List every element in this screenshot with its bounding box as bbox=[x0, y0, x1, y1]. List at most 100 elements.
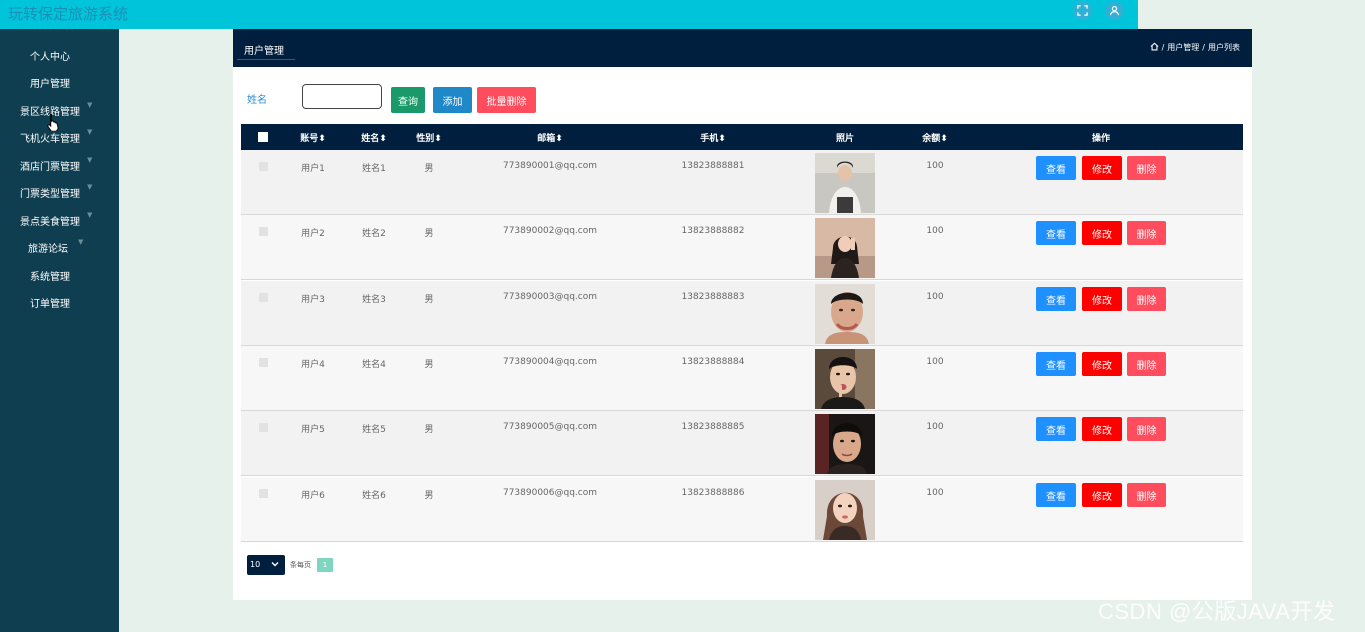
sidebar-item-personal-center[interactable]: 个人中心 bbox=[0, 45, 119, 65]
cell-email: 773890005@qq.com bbox=[502, 422, 598, 432]
row-checkbox[interactable] bbox=[259, 489, 268, 498]
column-header-phone[interactable]: 手机⬍ bbox=[700, 131, 726, 144]
sidebar-item-label: 门票类型管理 bbox=[20, 189, 80, 200]
user-photo[interactable] bbox=[815, 349, 875, 409]
cell-gender: 男 bbox=[424, 360, 434, 370]
view-button[interactable]: 查看 bbox=[1036, 287, 1076, 311]
batch-delete-button[interactable]: 批量删除 bbox=[477, 87, 536, 113]
home-icon[interactable] bbox=[1150, 42, 1159, 53]
row-checkbox[interactable] bbox=[259, 162, 268, 171]
view-button[interactable]: 查看 bbox=[1036, 417, 1076, 441]
sidebar-item-scenic-food[interactable]: 景点美食管理 ▼ bbox=[0, 210, 119, 230]
edit-button[interactable]: 修改 bbox=[1082, 156, 1122, 180]
view-button[interactable]: 查看 bbox=[1036, 156, 1076, 180]
select-all-checkbox[interactable] bbox=[258, 132, 268, 142]
edit-button[interactable]: 修改 bbox=[1082, 483, 1122, 507]
edit-button[interactable]: 修改 bbox=[1082, 417, 1122, 441]
user-photo[interactable] bbox=[815, 284, 875, 344]
delete-button[interactable]: 删除 bbox=[1127, 483, 1166, 507]
search-name-label: 姓名 bbox=[247, 95, 267, 106]
user-photo[interactable] bbox=[815, 414, 875, 474]
sidebar-item-hotel-tickets[interactable]: 酒店门票管理 ▼ bbox=[0, 155, 119, 175]
cell-gender: 男 bbox=[424, 164, 434, 174]
tab-label: 用户管理 bbox=[244, 46, 284, 57]
sort-icon[interactable]: ⬍ bbox=[318, 134, 326, 144]
cell-name: 姓名3 bbox=[362, 295, 386, 305]
chevron-down-icon: ▼ bbox=[87, 183, 93, 191]
sort-icon[interactable]: ⬍ bbox=[434, 134, 442, 144]
top-bar: 玩转保定旅游系统 bbox=[0, 0, 1138, 29]
user-photo[interactable] bbox=[815, 218, 875, 278]
tab-user-management[interactable]: 用户管理 bbox=[237, 37, 295, 60]
expand-icon[interactable] bbox=[1073, 1, 1092, 20]
cell-balance: 100 bbox=[926, 357, 944, 367]
sidebar-item-ticket-types[interactable]: 门票类型管理 ▼ bbox=[0, 182, 119, 202]
view-button[interactable]: 查看 bbox=[1036, 221, 1076, 245]
cell-balance: 100 bbox=[926, 488, 944, 498]
chevron-down-icon: ▼ bbox=[87, 211, 93, 219]
row-checkbox[interactable] bbox=[259, 358, 268, 367]
breadcrumb-item: 用户列表 bbox=[1208, 43, 1240, 52]
cell-email: 773890002@qq.com bbox=[502, 226, 598, 236]
sort-icon[interactable]: ⬍ bbox=[718, 134, 726, 144]
delete-button[interactable]: 删除 bbox=[1127, 287, 1166, 311]
sidebar-item-label: 酒店门票管理 bbox=[20, 162, 80, 173]
cell-gender: 男 bbox=[424, 425, 434, 435]
cell-phone: 13823888885 bbox=[681, 422, 745, 432]
cell-email: 773890003@qq.com bbox=[502, 292, 598, 302]
page-size-select[interactable]: 10 bbox=[247, 555, 285, 575]
breadcrumb-item[interactable]: 用户管理 bbox=[1167, 42, 1199, 53]
add-button[interactable]: 添加 bbox=[433, 87, 472, 113]
cell-gender: 男 bbox=[424, 491, 434, 501]
hand-pointer-icon bbox=[46, 113, 60, 132]
cell-name: 姓名1 bbox=[362, 164, 386, 174]
sidebar-item-system[interactable]: 系统管理 bbox=[0, 265, 119, 285]
watermark: CSDN @公版JAVA开发 bbox=[1098, 599, 1336, 624]
breadcrumb: / 用户管理 / 用户列表 bbox=[1150, 42, 1240, 53]
cell-email: 773890006@qq.com bbox=[502, 488, 598, 498]
row-checkbox[interactable] bbox=[259, 423, 268, 432]
cell-email: 773890001@qq.com bbox=[502, 161, 598, 171]
delete-button[interactable]: 删除 bbox=[1127, 221, 1166, 245]
cell-balance: 100 bbox=[926, 226, 944, 236]
sidebar-item-orders[interactable]: 订单管理 bbox=[0, 292, 119, 312]
edit-button[interactable]: 修改 bbox=[1082, 287, 1122, 311]
cell-name: 姓名4 bbox=[362, 360, 386, 370]
column-header-photo: 照片 bbox=[835, 134, 855, 144]
column-header-email[interactable]: 邮箱⬍ bbox=[537, 131, 563, 144]
edit-button[interactable]: 修改 bbox=[1082, 221, 1122, 245]
main-panel: 用户管理 / 用户管理 / 用户列表 姓名 查询 添加 批量删除 账号⬍ 姓名⬍… bbox=[233, 29, 1252, 600]
panel-header: 用户管理 / 用户管理 / 用户列表 bbox=[233, 29, 1252, 67]
column-header-balance[interactable]: 余额⬍ bbox=[922, 131, 948, 144]
chevron-down-icon: ▼ bbox=[87, 101, 93, 109]
query-button[interactable]: 查询 bbox=[391, 87, 425, 113]
edit-button[interactable]: 修改 bbox=[1082, 352, 1122, 376]
delete-button[interactable]: 删除 bbox=[1127, 417, 1166, 441]
cell-account: 用户5 bbox=[301, 425, 325, 435]
sidebar-item-label: 个人中心 bbox=[30, 52, 70, 63]
sidebar-item-users[interactable]: 用户管理 bbox=[0, 72, 119, 92]
sort-icon[interactable]: ⬍ bbox=[555, 134, 563, 144]
view-button[interactable]: 查看 bbox=[1036, 483, 1076, 507]
sidebar-item-forum[interactable]: 旅游论坛 ▼ bbox=[0, 237, 119, 257]
table-row: 用户1 姓名1 男 773890001@qq.com 13823888881 1… bbox=[241, 150, 1243, 215]
column-header-gender[interactable]: 性别⬍ bbox=[416, 131, 442, 144]
view-button[interactable]: 查看 bbox=[1036, 352, 1076, 376]
column-header-account[interactable]: 账号⬍ bbox=[300, 131, 326, 144]
sort-icon[interactable]: ⬍ bbox=[940, 134, 948, 144]
cell-phone: 13823888882 bbox=[681, 226, 745, 236]
user-icon[interactable] bbox=[1105, 1, 1124, 20]
sort-icon[interactable]: ⬍ bbox=[379, 134, 387, 144]
sidebar-item-label: 订单管理 bbox=[30, 299, 70, 310]
user-photo[interactable] bbox=[815, 153, 875, 213]
row-checkbox[interactable] bbox=[259, 227, 268, 236]
column-header-name[interactable]: 姓名⬍ bbox=[361, 131, 387, 144]
page-size-value: 10 bbox=[250, 560, 261, 569]
name-search-input[interactable] bbox=[302, 84, 382, 109]
page-button-current[interactable]: 1 bbox=[317, 558, 333, 572]
delete-button[interactable]: 删除 bbox=[1127, 156, 1166, 180]
delete-button[interactable]: 删除 bbox=[1127, 352, 1166, 376]
user-photo[interactable] bbox=[815, 480, 875, 540]
cell-name: 姓名2 bbox=[362, 229, 386, 239]
row-checkbox[interactable] bbox=[259, 293, 268, 302]
